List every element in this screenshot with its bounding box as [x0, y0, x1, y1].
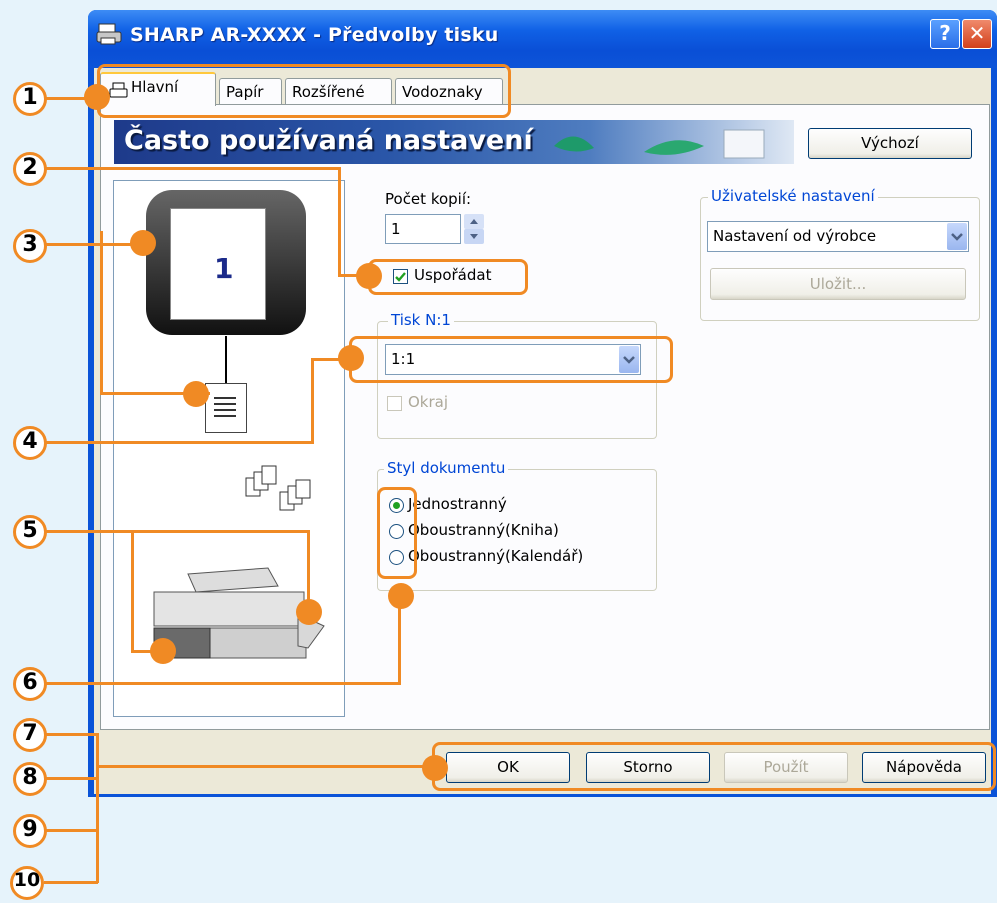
title-close-button[interactable]: ✕ — [962, 19, 992, 49]
document-style-title: Styl dokumentu — [384, 459, 509, 477]
callout-line — [131, 530, 134, 652]
default-button[interactable]: Výchozí — [808, 128, 972, 159]
banner-title: Často používaná nastavení — [124, 125, 533, 156]
callout-line — [96, 733, 99, 883]
preview-page-number: 1 — [214, 252, 234, 285]
callout-line — [44, 530, 310, 533]
copies-label: Počet kopií: — [385, 190, 472, 208]
callout-line — [44, 829, 98, 832]
callout-dot — [388, 583, 414, 609]
chevron-down-icon — [947, 223, 967, 250]
callout-line — [398, 600, 401, 683]
border-checkbox[interactable] — [387, 396, 402, 411]
callout-1: 1 — [13, 82, 47, 116]
n-up-title: Tisk N:1 — [388, 311, 454, 329]
callout-line — [44, 441, 314, 444]
callout-box-tabs — [97, 64, 511, 118]
callout-dot — [356, 263, 382, 289]
callout-8: 8 — [13, 762, 47, 796]
copies-input[interactable]: 1 — [385, 214, 461, 244]
callout-line — [338, 167, 341, 276]
callout-box-document-style — [377, 487, 417, 579]
user-settings-title: Uživatelské nastavení — [708, 187, 878, 205]
document-icon — [205, 383, 247, 433]
window-title: SHARP AR-XXXX - Předvolby tisku — [130, 24, 499, 46]
callout-line — [44, 167, 340, 170]
callout-line — [44, 881, 98, 884]
preview-connector — [225, 336, 227, 384]
callout-dot — [183, 381, 209, 407]
printer-icon — [96, 22, 122, 46]
callout-box-collate — [368, 259, 528, 295]
collated-copies-icon — [245, 465, 311, 511]
radio-duplex-book-label: Oboustranný(Kniha) — [408, 521, 559, 539]
callout-line — [96, 765, 426, 768]
callout-10: 10 — [10, 866, 44, 900]
copies-stepper[interactable] — [464, 214, 484, 244]
callout-dot — [296, 599, 322, 625]
radio-simplex-label: Jednostranný — [408, 495, 507, 513]
callout-line — [44, 682, 401, 685]
border-label: Okraj — [408, 393, 449, 411]
callout-line — [44, 733, 98, 736]
callout-5: 5 — [13, 515, 47, 549]
callout-2: 2 — [13, 152, 47, 186]
default-button-label: Výchozí — [861, 134, 919, 152]
callout-line — [44, 777, 98, 780]
title-help-button[interactable]: ? — [930, 19, 960, 49]
callout-dot — [84, 84, 110, 110]
save-button-label: Uložit... — [809, 275, 867, 293]
user-settings-value: Nastavení od výrobce — [713, 227, 877, 245]
callout-dot — [422, 755, 448, 781]
callout-bracket-preview — [100, 231, 210, 395]
callout-9: 9 — [13, 814, 47, 848]
callout-3: 3 — [13, 229, 47, 263]
callout-7: 7 — [13, 718, 47, 752]
callout-box-n-up — [349, 336, 673, 383]
callout-line — [311, 358, 314, 442]
user-settings-group — [700, 197, 980, 321]
callout-dot — [130, 230, 156, 256]
callout-box-buttons — [432, 742, 996, 791]
callout-4: 4 — [13, 426, 47, 460]
radio-duplex-calendar-label: Oboustranný(Kalendář) — [408, 547, 584, 565]
save-button[interactable]: Uložit... — [710, 268, 966, 300]
callout-6: 6 — [13, 667, 47, 701]
leaf-decoration-icon — [554, 129, 765, 159]
callout-dot — [150, 638, 176, 664]
callout-line — [311, 358, 351, 361]
user-settings-select[interactable]: Nastavení od výrobce — [707, 221, 969, 252]
